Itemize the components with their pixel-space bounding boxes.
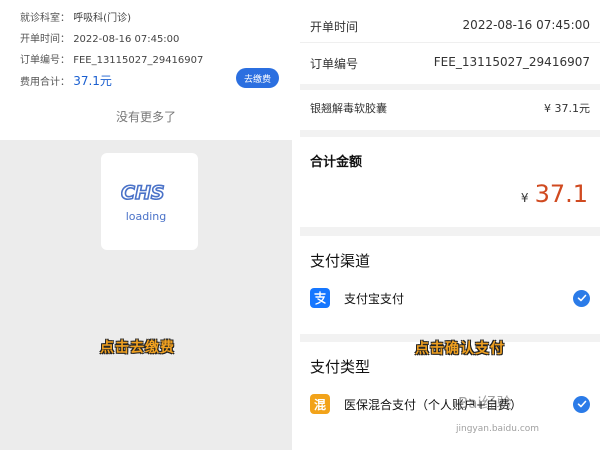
alipay-option[interactable]: 支付宝支付 — [310, 288, 590, 308]
watermark: Bai经验 — [458, 394, 512, 412]
order-no-value: FEE_13115027_29416907 — [73, 55, 204, 66]
divider — [300, 42, 600, 43]
left-screenshot: 就诊科室： 呼吸科(门诊) 开单时间： 2022-08-16 07:45:00 … — [0, 0, 292, 450]
time-value: 2022-08-16 07:45:00 — [73, 34, 180, 45]
order-card[interactable]: 就诊科室： 呼吸科(门诊) 开单时间： 2022-08-16 07:45:00 … — [0, 0, 292, 92]
watermark-url: jingyan.baidu.com — [456, 424, 540, 434]
mixed-payment-icon: 混 — [310, 394, 330, 414]
total-title: 合计金额 — [310, 155, 363, 170]
loading-text: loading — [125, 210, 167, 223]
caption-click-pay: 点击去缴费 — [100, 340, 175, 356]
total-row: 费用合计： 37.1元 — [20, 72, 112, 89]
caption-confirm-pay: 点击确认支付 — [415, 341, 505, 357]
order-no-row: 订单编号 FEE_13115027_29416907 — [310, 55, 590, 72]
alipay-option-label: 支付宝支付 — [344, 291, 405, 306]
order-no-label: 订单编号： — [20, 55, 70, 66]
order-info-card: 开单时间 2022-08-16 07:45:00 订单编号 FEE_131150… — [300, 0, 600, 84]
department-row: 就诊科室： 呼吸科(门诊) — [20, 9, 131, 24]
department-value: 呼吸科(门诊) — [73, 13, 131, 24]
drug-card: 银翘解毒软胶囊 ¥ 37.1元 — [300, 90, 600, 130]
time-value: 2022-08-16 07:45:00 — [462, 18, 590, 32]
payment-channel-card: 支付渠道 支付宝支付 — [300, 236, 600, 334]
svg-text:CHS: CHS — [121, 182, 165, 203]
total-card: 合计金额 ¥ 37.1 — [300, 137, 600, 227]
department-label: 就诊科室： — [20, 13, 70, 24]
payment-type-card: 支付类型 混 医保混合支付（个人账户+自费） — [300, 342, 600, 450]
payment-channel-title: 支付渠道 — [310, 252, 371, 270]
currency-symbol: ¥ — [520, 191, 529, 205]
order-no-label: 订单编号 — [310, 57, 359, 71]
loading-dialog: CHS loading — [101, 153, 198, 250]
time-row: 开单时间： 2022-08-16 07:45:00 — [20, 30, 179, 45]
total-value: 37.1元 — [73, 74, 112, 88]
payment-type-title: 支付类型 — [310, 358, 371, 376]
order-no-row: 订单编号： FEE_13115027_29416907 — [20, 51, 203, 66]
right-screenshot: 开单时间 2022-08-16 07:45:00 订单编号 FEE_131150… — [300, 0, 600, 450]
total-amount: ¥ 37.1 — [521, 180, 588, 208]
order-no-value: FEE_13115027_29416907 — [433, 55, 590, 69]
no-more-text: 没有更多了 — [0, 92, 292, 140]
drug-name: 银翘解毒软胶囊 — [310, 102, 387, 115]
check-icon[interactable] — [573, 289, 590, 307]
drug-price: ¥ 37.1元 — [544, 102, 590, 115]
alipay-icon — [310, 288, 330, 308]
check-icon[interactable] — [573, 395, 590, 413]
pay-button[interactable]: 去缴费 — [236, 68, 279, 88]
total-amount-value: 37.1 — [534, 180, 588, 208]
mixed-payment-option[interactable]: 混 医保混合支付（个人账户+自费） — [310, 394, 590, 414]
time-row: 开单时间 2022-08-16 07:45:00 — [310, 18, 590, 35]
total-label: 费用合计： — [20, 77, 70, 88]
chs-logo-icon: CHS — [121, 181, 165, 203]
time-label: 开单时间 — [310, 20, 359, 34]
time-label: 开单时间： — [20, 34, 70, 45]
drug-row: 银翘解毒软胶囊 ¥ 37.1元 — [310, 100, 590, 116]
